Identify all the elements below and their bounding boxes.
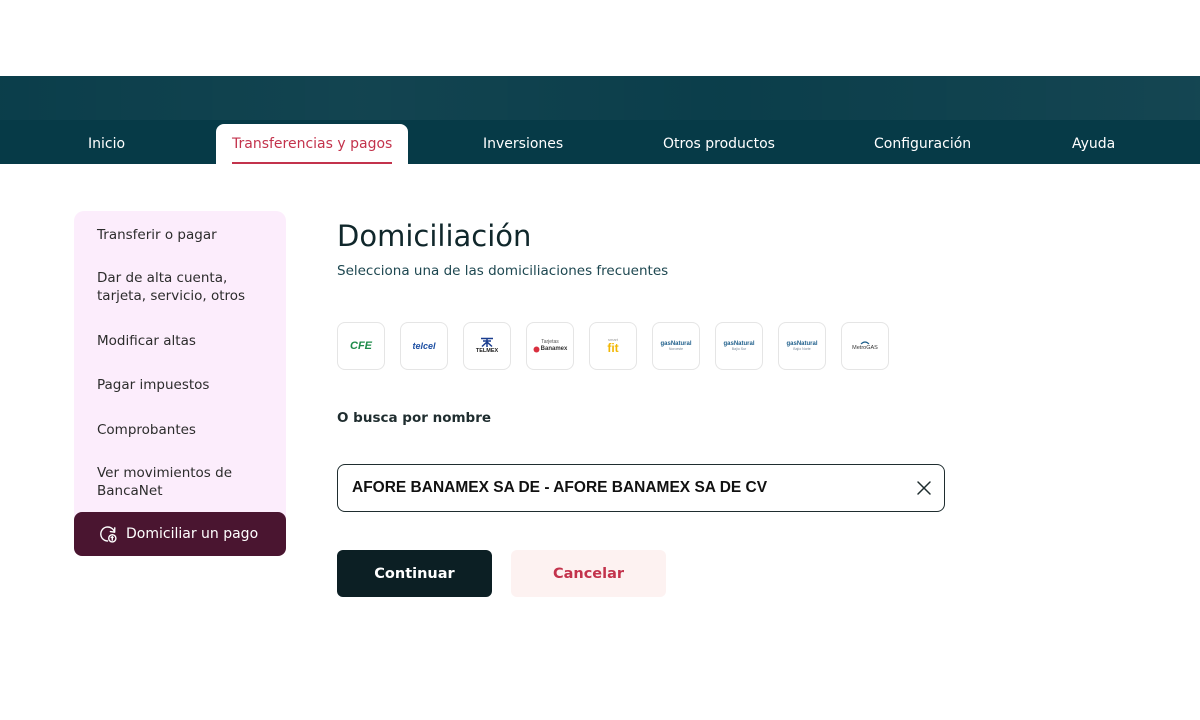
logo-label-top: Tarjetas <box>541 338 559 345</box>
sidebar-item-modificar-altas[interactable]: Modificar altas <box>97 332 277 350</box>
logo-label: gasNatural <box>723 340 755 347</box>
nav-item-inversiones[interactable]: Inversiones <box>483 124 563 164</box>
logo-tarjetas-banamex[interactable]: Tarjetas Banamex <box>526 322 574 370</box>
close-icon[interactable] <box>916 480 932 496</box>
sidebar: Transferir o pagar Dar de alta cuenta, t… <box>74 211 286 556</box>
logo-smart-fit[interactable]: smart fit <box>589 322 637 370</box>
sidebar-item-comprobantes[interactable]: Comprobantes <box>97 421 277 439</box>
logo-cfe[interactable]: CFE <box>337 322 385 370</box>
banamex-symbol-icon <box>533 346 540 352</box>
continue-button[interactable]: Continuar <box>337 550 492 597</box>
logo-telcel[interactable]: telcel <box>400 322 448 370</box>
nav-item-transferencias[interactable]: Transferencias y pagos <box>216 124 409 164</box>
logo-label: TELMEX <box>475 348 499 355</box>
sidebar-item-label: Domiciliar un pago <box>126 526 259 542</box>
logo-sub-label: Bajío Sur <box>731 346 747 351</box>
logo-label: fit <box>607 341 619 355</box>
cancel-button[interactable]: Cancelar <box>511 550 666 597</box>
logo-gasnatural-bajio-sur[interactable]: gasNatural Bajío Sur <box>715 322 763 370</box>
page-subtitle: Selecciona una de las domiciliaciones fr… <box>337 263 669 279</box>
page-title: Domiciliación <box>337 219 532 253</box>
logo-label: telcel <box>412 340 436 351</box>
logo-gasnatural-noroeste[interactable]: gasNatural Noroeste <box>652 322 700 370</box>
logo-metrogas[interactable]: MetroGAS <box>841 322 889 370</box>
nav-item-inicio[interactable]: Inicio <box>88 124 125 164</box>
logo-sub-label: Bajío Norte <box>793 346 811 351</box>
logo-sub-label: Noroeste <box>668 346 684 351</box>
nav-background <box>0 76 1200 120</box>
logo-label: gasNatural <box>660 340 692 347</box>
nav-item-ayuda[interactable]: Ayuda <box>1072 124 1115 164</box>
top-navigation: Inicio Transferencias y pagos Inversione… <box>0 76 1200 164</box>
telmex-symbol-icon <box>481 338 493 348</box>
search-input[interactable] <box>352 465 912 511</box>
logo-gasnatural-bajio-norte[interactable]: gasNatural Bajío Norte <box>778 322 826 370</box>
search-field <box>337 464 945 512</box>
sidebar-item-domiciliar[interactable]: Domiciliar un pago <box>74 512 286 556</box>
logo-label: gasNatural <box>786 340 818 347</box>
logo-label: Banamex <box>540 346 568 352</box>
nav-item-label: Transferencias y pagos <box>232 136 393 152</box>
logo-label: MetroGAS <box>852 345 878 352</box>
nav-item-otros-productos[interactable]: Otros productos <box>663 124 775 164</box>
sidebar-item-dar-de-alta[interactable]: Dar de alta cuenta, tarjeta, servicio, o… <box>97 269 277 305</box>
sidebar-item-ver-movimientos[interactable]: Ver movimientos de BancaNet <box>97 464 277 500</box>
nav-item-configuracion[interactable]: Configuración <box>874 124 971 164</box>
sidebar-item-pagar-impuestos[interactable]: Pagar impuestos <box>97 376 277 394</box>
logo-label: CFE <box>350 339 372 352</box>
frequent-billers: CFE telcel TELMEX Tarjetas Banamex smart… <box>337 322 889 370</box>
search-label: O busca por nombre <box>337 410 492 426</box>
active-tab-underline <box>232 162 393 164</box>
recurring-payment-icon <box>98 524 118 544</box>
logo-telmex[interactable]: TELMEX <box>463 322 511 370</box>
sidebar-item-transferir[interactable]: Transferir o pagar <box>97 226 277 244</box>
